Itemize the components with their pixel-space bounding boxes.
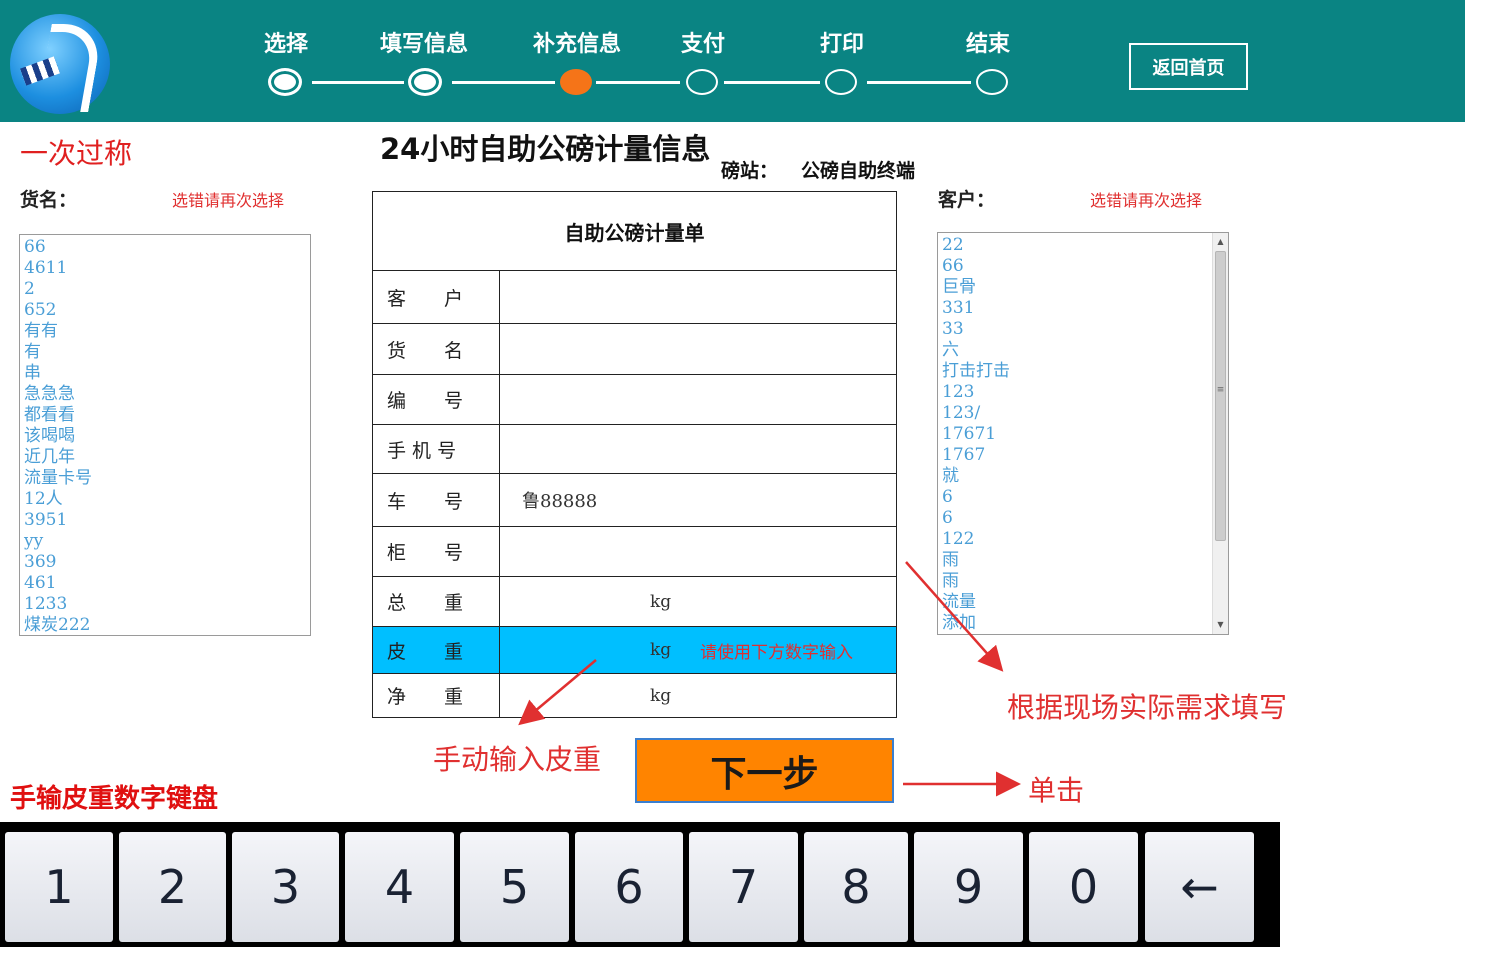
backspace-key[interactable]: ← (1145, 832, 1254, 942)
key-4[interactable]: 4 (345, 832, 454, 942)
key-0[interactable]: 0 (1029, 832, 1138, 942)
key-9[interactable]: 9 (914, 832, 1023, 942)
key-6[interactable]: 6 (575, 832, 683, 942)
key-7[interactable]: 7 (689, 832, 798, 942)
arrow-icon (905, 561, 1004, 672)
key-2[interactable]: 2 (119, 832, 226, 942)
numeric-keypad: 1 2 3 4 5 6 7 8 9 0 ← (0, 822, 1280, 947)
arrow-icon (518, 659, 597, 726)
key-3[interactable]: 3 (232, 832, 339, 942)
key-8[interactable]: 8 (804, 832, 908, 942)
next-step-button[interactable]: 下一步 (635, 738, 894, 803)
key-5[interactable]: 5 (460, 832, 569, 942)
key-1[interactable]: 1 (5, 832, 113, 942)
